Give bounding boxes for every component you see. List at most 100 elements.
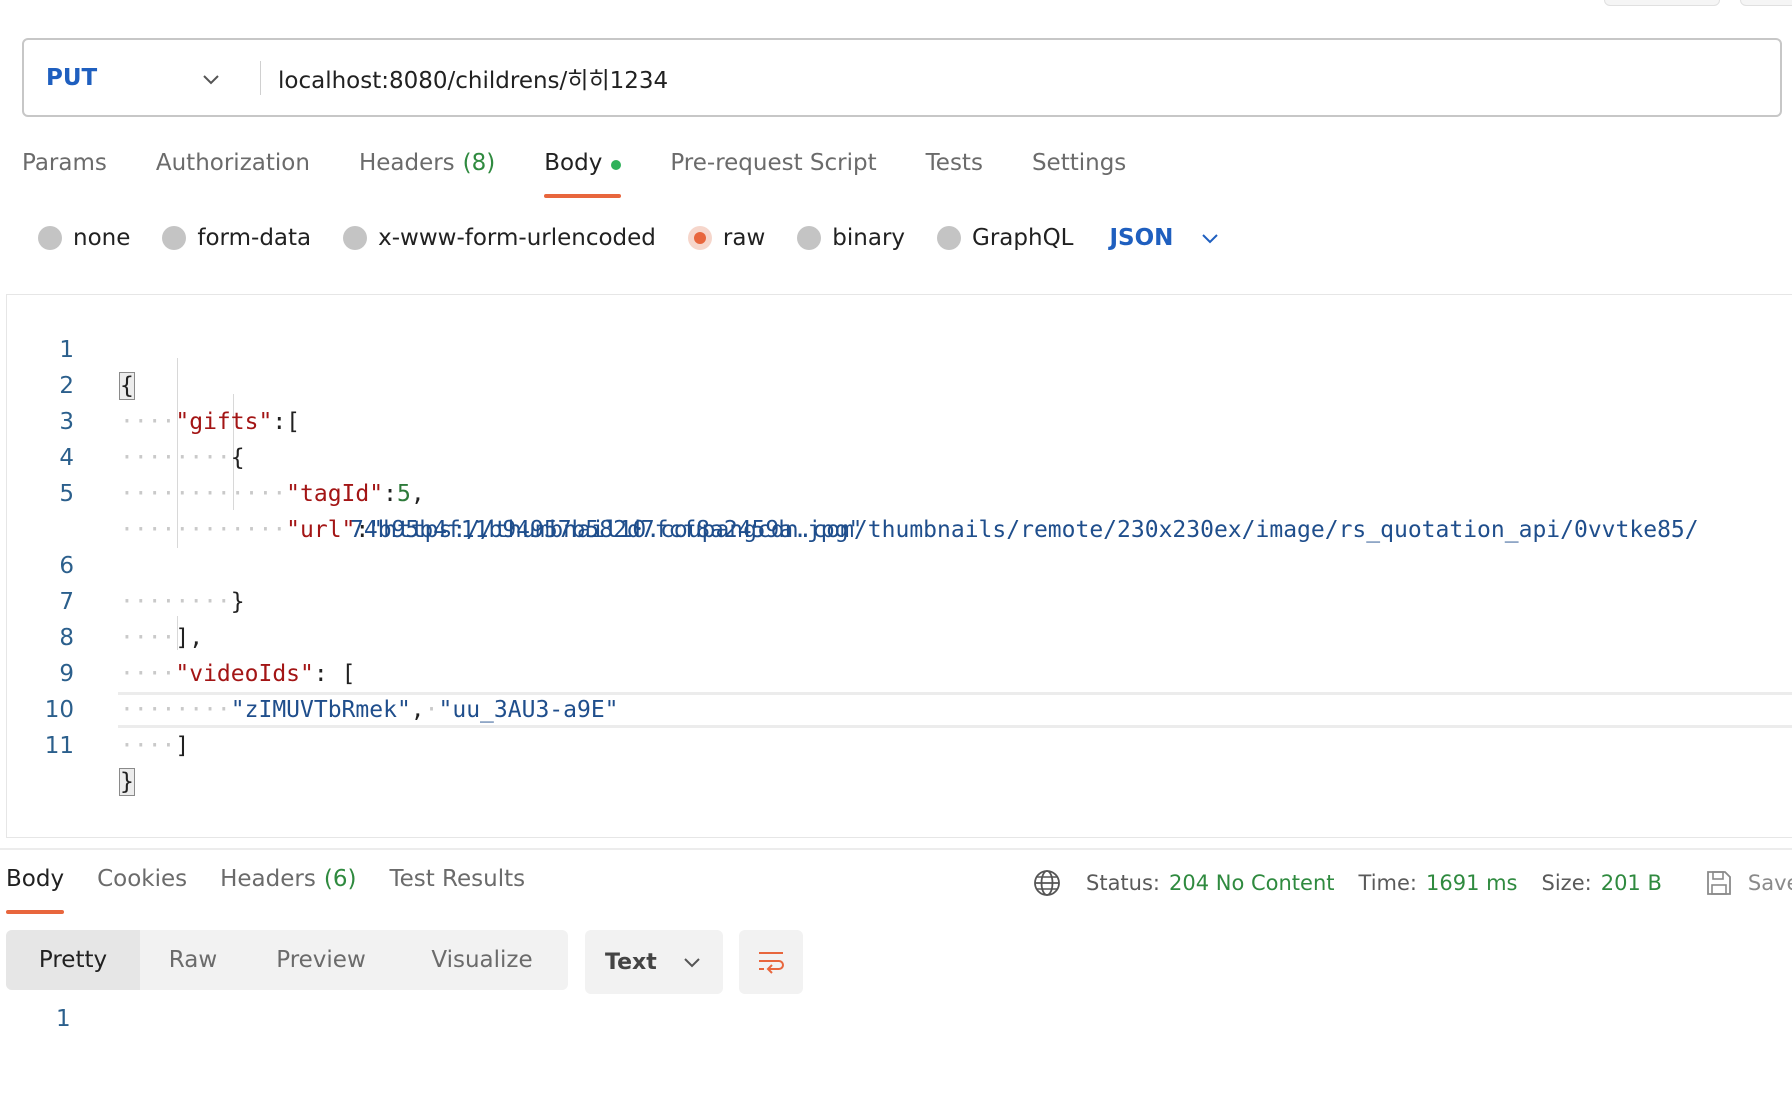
- radio-icon: [937, 226, 962, 250]
- globe-icon[interactable]: [1032, 868, 1062, 898]
- code-line-11: 11 }: [0, 692, 135, 796]
- response-tab-headers[interactable]: Headers (6): [220, 862, 356, 914]
- code-token: ]: [175, 733, 190, 759]
- view-visualize-button[interactable]: Visualize: [396, 930, 568, 990]
- method-select[interactable]: PUT: [24, 40, 260, 115]
- tab-label: Body: [544, 150, 603, 176]
- tab-headers[interactable]: Headers (8): [359, 140, 495, 198]
- radio-selected-icon: [687, 226, 712, 250]
- toolbar-stub-button-2[interactable]: [1740, 0, 1792, 6]
- request-url-bar: PUT localhost:8080/childrens/히히1234: [22, 38, 1782, 117]
- save-icon: [1706, 871, 1731, 895]
- tab-label: Tests: [925, 150, 983, 176]
- tab-params[interactable]: Params: [22, 140, 107, 198]
- tab-label: Headers: [358, 150, 455, 176]
- tab-label: Pre-request Script: [670, 150, 877, 176]
- response-tabs: Body Cookies Headers (6) Test Results: [6, 862, 558, 914]
- save-label: Save: [1747, 871, 1792, 895]
- code-token: "url": [286, 517, 356, 543]
- line-number: 11: [44, 733, 74, 759]
- radio-icon: [162, 226, 187, 250]
- radio-form-data[interactable]: form-data: [162, 225, 311, 251]
- code-line-10: 10 ····]: [0, 656, 190, 759]
- radio-binary[interactable]: binary: [797, 225, 905, 251]
- time-value[interactable]: 1691 ms: [1426, 871, 1518, 895]
- toolbar-stub-button[interactable]: [1604, 0, 1720, 6]
- code-token: "zIMUVTbRmek": [230, 697, 411, 723]
- response-meta: Status: 204 No Content Time: 1691 ms Siz…: [1032, 866, 1792, 900]
- headers-count: (6): [323, 866, 357, 892]
- code-line-5: 5 ············"url":"https://thumbnail10…: [0, 440, 1698, 543]
- view-preview-button[interactable]: Preview: [246, 930, 396, 990]
- radio-label: x-www-form-urlencoded: [378, 225, 656, 251]
- code-token: }: [230, 589, 245, 615]
- chevron-down-icon: [684, 958, 700, 968]
- code-token: {: [119, 372, 135, 400]
- status-value[interactable]: 204 No Content: [1169, 871, 1335, 895]
- code-token: "videoIds": [175, 661, 314, 687]
- size-label: Size:: [1541, 871, 1592, 895]
- response-tab-cookies[interactable]: Cookies: [97, 862, 187, 914]
- code-token: }: [119, 768, 135, 796]
- code-token: :[: [272, 409, 301, 435]
- radio-x-www-form-urlencoded[interactable]: x-www-form-urlencoded: [343, 225, 656, 251]
- code-token: ],: [175, 625, 204, 651]
- code-line-2: 2 ····"gifts":[: [0, 332, 300, 435]
- code-token: 5: [396, 481, 411, 507]
- method-label: PUT: [46, 64, 98, 91]
- view-raw-button[interactable]: Raw: [140, 930, 246, 990]
- tab-pre-request-script[interactable]: Pre-request Script: [670, 140, 876, 198]
- headers-count: (8): [462, 150, 496, 176]
- format-label: Text: [605, 949, 657, 975]
- response-tab-body[interactable]: Body: [6, 862, 65, 914]
- view-pretty-button[interactable]: Pretty: [6, 930, 140, 990]
- radio-icon: [797, 226, 822, 250]
- code-line-8: 8 ····"videoIds": [: [0, 584, 355, 687]
- radio-label: binary: [832, 225, 906, 251]
- code-line-4: 4 ············"tagId":5,: [0, 404, 424, 507]
- tab-label: Authorization: [155, 150, 310, 176]
- request-tabs: Params Authorization Headers (8) Body Pre…: [22, 140, 1175, 198]
- time-label: Time:: [1358, 871, 1417, 895]
- tab-label: Headers: [220, 866, 316, 892]
- radio-icon: [343, 226, 368, 250]
- tab-label: Params: [22, 150, 107, 176]
- radio-none[interactable]: none: [38, 225, 130, 251]
- code-token: "uu_3AU3-a9E": [438, 697, 619, 723]
- tab-authorization[interactable]: Authorization: [156, 140, 310, 198]
- tab-tests[interactable]: Tests: [926, 140, 983, 198]
- code-line-9: 9 ········"zIMUVTbRmek",·"uu_3AU3-a9E": [0, 620, 618, 723]
- wrap-lines-button[interactable]: [739, 930, 803, 994]
- tab-settings[interactable]: Settings: [1032, 140, 1126, 198]
- code-line-5-wrap: 74b95b4f11b94957b582d7fcf8a2459a.jpg": [0, 476, 862, 543]
- code-token: 74b95b4f11b94957b582d7fcf8a2459a.jpg": [350, 517, 863, 543]
- code-line-7: 7 ····],: [0, 548, 203, 651]
- language-select[interactable]: JSON: [1110, 225, 1222, 251]
- radio-graphql[interactable]: GraphQL: [937, 225, 1074, 251]
- wrap-lines-icon: [759, 952, 784, 974]
- response-tab-test-results[interactable]: Test Results: [389, 862, 525, 914]
- code-editor[interactable]: [6, 294, 1792, 838]
- code-token: :: [383, 481, 397, 507]
- tab-label: Settings: [1031, 150, 1127, 176]
- size-value[interactable]: 201 B: [1601, 871, 1662, 895]
- code-token: {: [230, 445, 245, 471]
- url-input[interactable]: localhost:8080/childrens/히히1234: [261, 61, 668, 95]
- radio-raw[interactable]: raw: [687, 225, 766, 251]
- status-label: Status:: [1086, 871, 1160, 895]
- code-token: : [: [313, 661, 356, 687]
- tab-body[interactable]: Body: [544, 140, 622, 198]
- response-format-select[interactable]: Text: [585, 930, 723, 994]
- code-token: ,: [410, 697, 425, 723]
- radio-label: form-data: [197, 225, 312, 251]
- language-label: JSON: [1109, 225, 1174, 251]
- save-response-button[interactable]: Save: [1704, 868, 1792, 898]
- code-token: "tagId": [286, 481, 384, 507]
- code-token: ,: [410, 481, 425, 507]
- response-line-number: 1: [56, 1006, 71, 1032]
- body-type-radio-group: none form-data x-www-form-urlencoded raw…: [38, 222, 1221, 254]
- radio-label: GraphQL: [972, 225, 1074, 251]
- radio-label: raw: [722, 225, 766, 251]
- response-divider: [0, 848, 1792, 850]
- code-line-6: 6 ········}: [0, 512, 244, 615]
